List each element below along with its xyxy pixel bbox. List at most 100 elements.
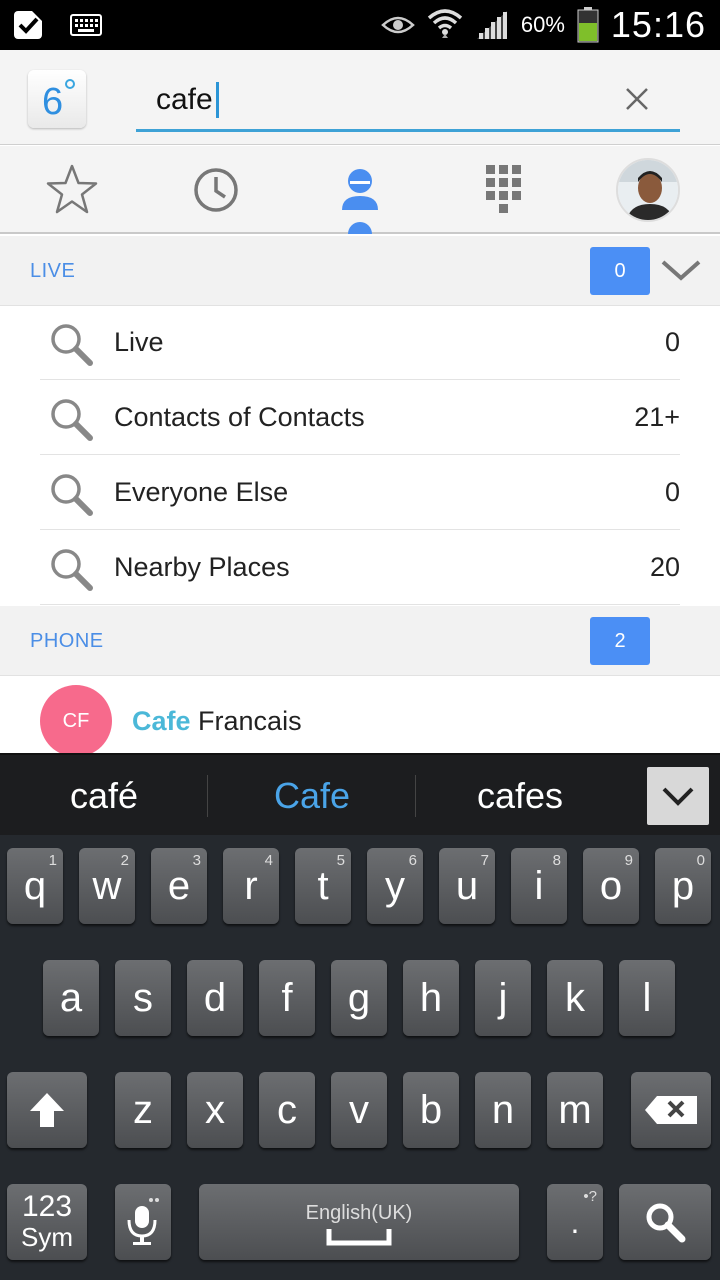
magnifier-icon (48, 546, 94, 592)
key-label: t (317, 863, 329, 908)
key-w[interactable]: w2 (79, 848, 135, 924)
tab-recent[interactable] (144, 146, 288, 234)
key-label: j (498, 975, 508, 1020)
key-label: z (133, 1087, 153, 1132)
tab-bar (0, 146, 720, 234)
key-label: u (455, 863, 479, 908)
expand-suggestions-button[interactable] (647, 767, 709, 825)
count-badge: 2 (590, 617, 650, 665)
eye-icon (381, 13, 415, 37)
key-label: n (491, 1087, 515, 1132)
key-f[interactable]: f (259, 960, 315, 1036)
backspace-key[interactable] (631, 1072, 711, 1148)
key-d[interactable]: d (187, 960, 243, 1036)
key-label: a (59, 975, 83, 1020)
period-key[interactable]: . •? (547, 1184, 603, 1260)
key-c[interactable]: c (259, 1072, 315, 1148)
person-icon (342, 169, 378, 210)
backspace-icon (645, 1096, 697, 1124)
key-h[interactable]: h (403, 960, 459, 1036)
section-title: LIVE (30, 260, 76, 282)
chevron-down-icon[interactable] (660, 256, 702, 284)
key-a[interactable]: a (43, 960, 99, 1036)
key-label: e (167, 863, 191, 908)
key-label: q (23, 863, 47, 908)
signal-icon (475, 9, 509, 41)
phone-section-header[interactable]: PHONE 2 (0, 606, 720, 676)
key-hint: 7 (480, 852, 489, 869)
symbols-key[interactable]: 123 Sym (7, 1184, 87, 1260)
key-j[interactable]: j (475, 960, 531, 1036)
key-hint: 9 (624, 852, 633, 869)
suggestion[interactable]: café (4, 775, 204, 817)
text-cursor (216, 82, 219, 118)
key-p[interactable]: p0 (655, 848, 711, 924)
key-g[interactable]: g (331, 960, 387, 1036)
search-field[interactable] (136, 68, 680, 132)
key-i[interactable]: i8 (511, 848, 567, 924)
key-label: l (642, 975, 652, 1020)
key-b[interactable]: b (403, 1072, 459, 1148)
key-hint: 5 (336, 852, 345, 869)
svg-text:6: 6 (42, 81, 63, 123)
tab-contacts[interactable] (288, 146, 432, 234)
status-bar: 60% 15:16 (0, 0, 720, 50)
row-label: Nearby Places (114, 552, 290, 582)
shift-arrow-icon (30, 1093, 64, 1127)
battery-icon (577, 7, 599, 43)
key-x[interactable]: x (187, 1072, 243, 1148)
shift-key[interactable] (7, 1072, 87, 1148)
star-icon (46, 164, 98, 214)
contact-initials-avatar: CF (40, 685, 112, 757)
row-label: Everyone Else (114, 477, 289, 507)
key-m[interactable]: m (547, 1072, 603, 1148)
key-k[interactable]: k (547, 960, 603, 1036)
app-header: 6 (0, 50, 720, 145)
search-key[interactable] (619, 1184, 711, 1260)
key-u[interactable]: u7 (439, 848, 495, 924)
tab-profile[interactable] (576, 146, 720, 234)
key-label: s (133, 975, 153, 1020)
key-q[interactable]: q1 (7, 848, 63, 924)
clock-icon (194, 168, 238, 212)
tab-favorites[interactable] (0, 146, 144, 234)
key-t[interactable]: t5 (295, 848, 351, 924)
search-input[interactable] (156, 78, 596, 122)
key-y[interactable]: y6 (367, 848, 423, 924)
contact-row[interactable]: CF Cafe Francais (0, 676, 720, 757)
suggestion-selected[interactable]: Cafe (212, 775, 412, 817)
search-scope-row[interactable]: Contacts of Contacts 21+ (40, 380, 680, 455)
suggestion[interactable]: cafes (420, 775, 620, 817)
key-o[interactable]: o9 (583, 848, 639, 924)
key-e[interactable]: e3 (151, 848, 207, 924)
voice-input-key[interactable] (115, 1184, 171, 1260)
key-label: i (534, 863, 544, 908)
magnifier-icon (48, 471, 94, 517)
contact-name: Cafe Francais (132, 706, 302, 737)
key-label: m (558, 1087, 592, 1132)
search-scope-row[interactable]: Live 0 (40, 305, 680, 380)
key-label: d (203, 975, 227, 1020)
key-hint: 4 (264, 852, 273, 869)
live-section-header[interactable]: LIVE 0 (0, 236, 720, 306)
key-s[interactable]: s (115, 960, 171, 1036)
search-scope-row[interactable]: Everyone Else 0 (40, 455, 680, 530)
row-count: 0 (664, 327, 680, 357)
app-logo[interactable]: 6 (28, 70, 86, 128)
key-hint: 6 (408, 852, 417, 869)
contact-name-rest: Francais (190, 706, 302, 736)
search-scope-row[interactable]: Nearby Places 20 (40, 530, 680, 605)
key-z[interactable]: z (115, 1072, 171, 1148)
key-n[interactable]: n (475, 1072, 531, 1148)
close-icon[interactable] (622, 84, 652, 114)
suggestion-strip: café Cafe cafes (0, 753, 720, 835)
key-hint: 0 (696, 852, 705, 869)
key-label: b (419, 1087, 443, 1132)
key-label: g (347, 975, 371, 1020)
tab-dialpad[interactable] (432, 146, 576, 234)
key-l[interactable]: l (619, 960, 675, 1036)
key-r[interactable]: r4 (223, 848, 279, 924)
clock-time: 15:16 (610, 4, 706, 45)
key-v[interactable]: v (331, 1072, 387, 1148)
space-key[interactable]: English(UK) (199, 1184, 519, 1260)
